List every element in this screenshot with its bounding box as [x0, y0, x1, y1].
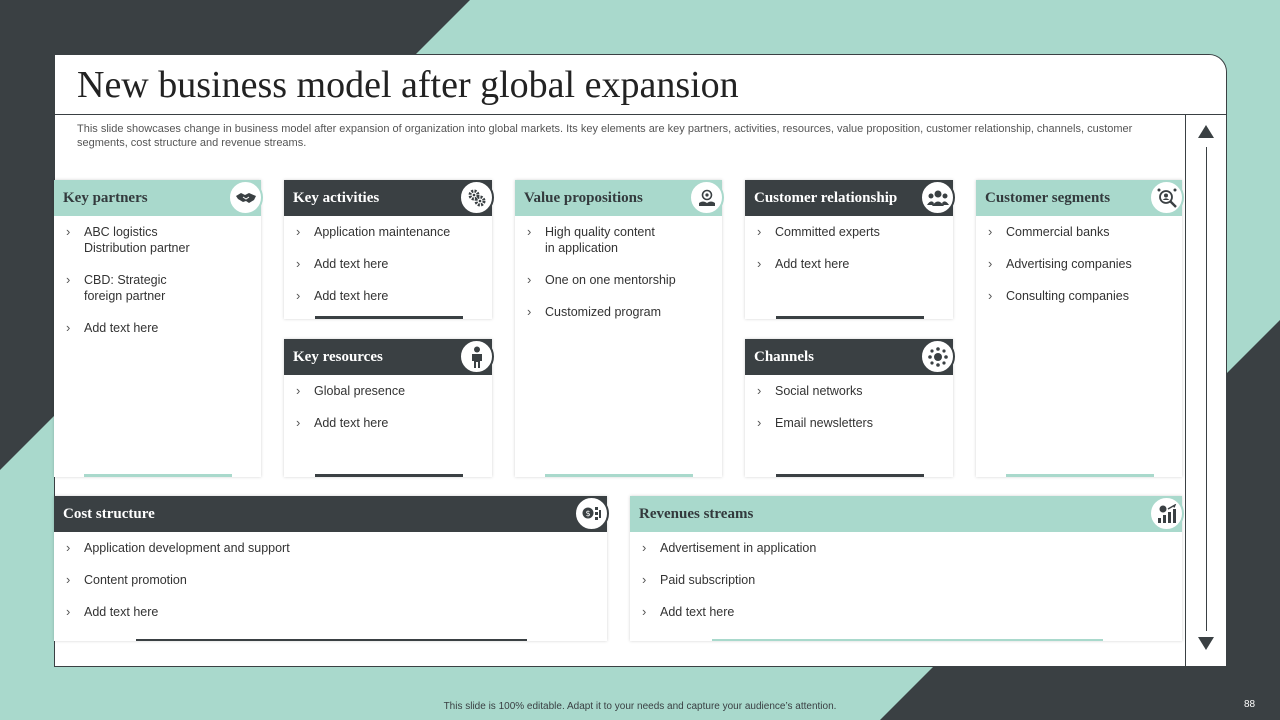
card-header: Cost structure $ [54, 496, 609, 532]
magnifier-people-icon [1149, 180, 1184, 215]
list-item: Add text here [64, 604, 597, 620]
card-cost-structure: Cost structure $ Application development… [54, 496, 609, 641]
list-item: Add text here [640, 604, 1172, 620]
list-item: Add text here [294, 415, 482, 431]
card-bottom-rule [136, 639, 527, 641]
card-list: Advertisement in application Paid subscr… [630, 532, 1182, 620]
list-item: Content promotion [64, 572, 597, 588]
card-title: Key resources [293, 348, 383, 365]
list-item: Add text here [294, 256, 482, 272]
list-item: Consulting companies [986, 288, 1172, 304]
card-header: Value propositions [515, 180, 724, 216]
card-value-propositions: Value propositions High quality content … [515, 180, 724, 477]
card-bottom-rule [84, 474, 232, 477]
card-bottom-rule [545, 474, 693, 477]
card-bottom-rule [776, 316, 924, 319]
handshake-icon [228, 180, 263, 215]
card-title: Key activities [293, 189, 380, 206]
card-title: Channels [754, 348, 815, 365]
scroll-up-arrow-icon[interactable] [1198, 125, 1214, 138]
scroll-track[interactable] [1206, 147, 1207, 631]
list-item: Global presence [294, 383, 482, 399]
card-title: Value propositions [524, 189, 643, 206]
list-item: CBD: Strategic foreign partner [64, 272, 251, 304]
card-bottom-rule [315, 474, 463, 477]
vertical-scrollbar[interactable] [1185, 115, 1227, 667]
card-list: Application development and support Cont… [54, 532, 607, 620]
value-hand-icon [689, 180, 724, 215]
cost-icon: $ [574, 496, 609, 531]
card-header: Key activities [284, 180, 494, 216]
customer-group-icon [920, 180, 955, 215]
gears-icon [459, 180, 494, 215]
card-channels: Channels Social networks Email newslette… [745, 339, 955, 477]
person-icon [459, 339, 494, 374]
list-item: One on one mentorship [525, 272, 712, 288]
card-bottom-rule [776, 474, 924, 477]
card-key-resources: Key resources Global presence Add text h… [284, 339, 494, 477]
footer-note: This slide is 100% editable. Adapt it to… [443, 701, 837, 712]
card-customer-relationship: Customer relationship Committed experts … [745, 180, 955, 319]
scroll-down-arrow-icon[interactable] [1198, 637, 1214, 650]
card-title: Customer relationship [754, 189, 898, 206]
card-list: High quality content in application One … [515, 216, 722, 320]
list-item: Add text here [294, 288, 482, 304]
list-item: Commercial banks [986, 224, 1172, 240]
page-number: 88 [1244, 699, 1256, 710]
card-header: Revenues streams [630, 496, 1184, 532]
card-title: Customer segments [985, 189, 1111, 206]
card-bottom-rule [315, 316, 463, 319]
list-item: Add text here [64, 320, 251, 336]
list-item: Paid subscription [640, 572, 1172, 588]
card-key-partners: Key partners ABC logistics Distribution … [54, 180, 263, 477]
card-list: Social networks Email newsletters [745, 375, 953, 431]
card-header: Customer relationship [745, 180, 955, 216]
slide-title: New business model after global expansio… [77, 64, 739, 106]
list-item: Advertising companies [986, 256, 1172, 272]
list-item: ABC logistics Distribution partner [64, 224, 251, 256]
card-list: Global presence Add text here [284, 375, 492, 431]
card-list: Application maintenance Add text here Ad… [284, 216, 492, 304]
list-item: Social networks [755, 383, 943, 399]
list-item: Customized program [525, 304, 712, 320]
card-header: Key partners [54, 180, 263, 216]
card-title: Cost structure [63, 505, 155, 522]
list-item: Add text here [755, 256, 943, 272]
list-item: Committed experts [755, 224, 943, 240]
list-item: Advertisement in application [640, 540, 1172, 556]
list-item: Application development and support [64, 540, 597, 556]
card-title: Revenues streams [639, 505, 754, 522]
title-bar: New business model after global expansio… [55, 55, 1226, 115]
list-item: Email newsletters [755, 415, 943, 431]
card-bottom-rule [1006, 474, 1154, 477]
card-customer-segments: Customer segments Commercial banks Adver… [976, 180, 1184, 477]
slide-description: This slide showcases change in business … [77, 123, 1133, 149]
growth-chart-icon [1149, 496, 1184, 531]
card-title: Key partners [63, 189, 148, 206]
card-bottom-rule [712, 639, 1103, 641]
card-header: Channels [745, 339, 955, 375]
network-icon [920, 339, 955, 374]
card-header: Key resources [284, 339, 494, 375]
card-revenue-streams: Revenues streams Advertisement in applic… [630, 496, 1184, 641]
list-item: High quality content in application [525, 224, 712, 256]
card-list: Committed experts Add text here [745, 216, 953, 272]
card-list: ABC logistics Distribution partner CBD: … [54, 216, 261, 336]
svg-text:$: $ [585, 509, 590, 518]
card-key-activities: Key activities Application maintenance A… [284, 180, 494, 319]
list-item: Application maintenance [294, 224, 482, 240]
card-list: Commercial banks Advertising companies C… [976, 216, 1182, 304]
card-header: Customer segments [976, 180, 1184, 216]
